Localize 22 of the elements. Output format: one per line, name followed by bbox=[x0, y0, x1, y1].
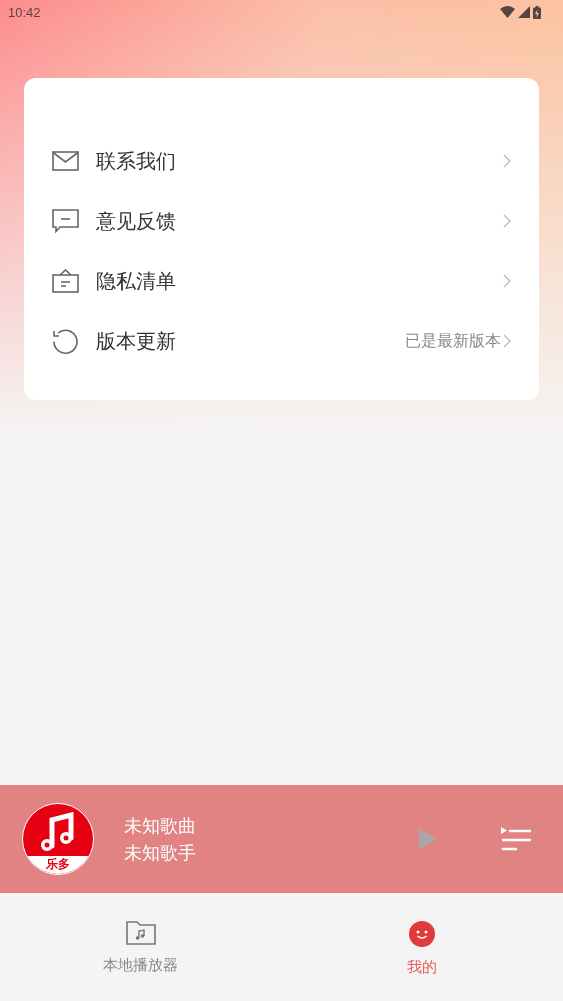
chevron-icon bbox=[503, 274, 511, 288]
wifi-icon bbox=[500, 6, 515, 18]
signal-icon bbox=[518, 6, 530, 18]
song-title: 未知歌曲 bbox=[124, 814, 197, 838]
chevron-icon bbox=[503, 214, 511, 228]
battery-icon bbox=[533, 5, 541, 19]
playlist-icon[interactable] bbox=[501, 827, 531, 851]
version-status: 已是最新版本 bbox=[405, 330, 501, 352]
status-time: 10:42 bbox=[8, 4, 42, 20]
menu-item[interactable]: 隐私清单 bbox=[24, 251, 539, 311]
menu-item[interactable]: 版本更新 已是最新版本 bbox=[24, 311, 539, 371]
music-folder-icon bbox=[125, 921, 156, 945]
smiley-icon bbox=[409, 921, 436, 947]
chevron-icon bbox=[503, 334, 511, 348]
chevron-icon bbox=[503, 154, 511, 168]
clipboard-icon bbox=[52, 269, 79, 293]
mail-icon bbox=[52, 151, 79, 171]
refresh-icon bbox=[52, 327, 79, 355]
artist-name: 未知歌手 bbox=[124, 841, 197, 865]
menu-item[interactable]: 联系我们 bbox=[24, 131, 539, 191]
message-icon bbox=[52, 209, 79, 233]
menu-item[interactable]: 意见反馈 bbox=[24, 191, 539, 251]
